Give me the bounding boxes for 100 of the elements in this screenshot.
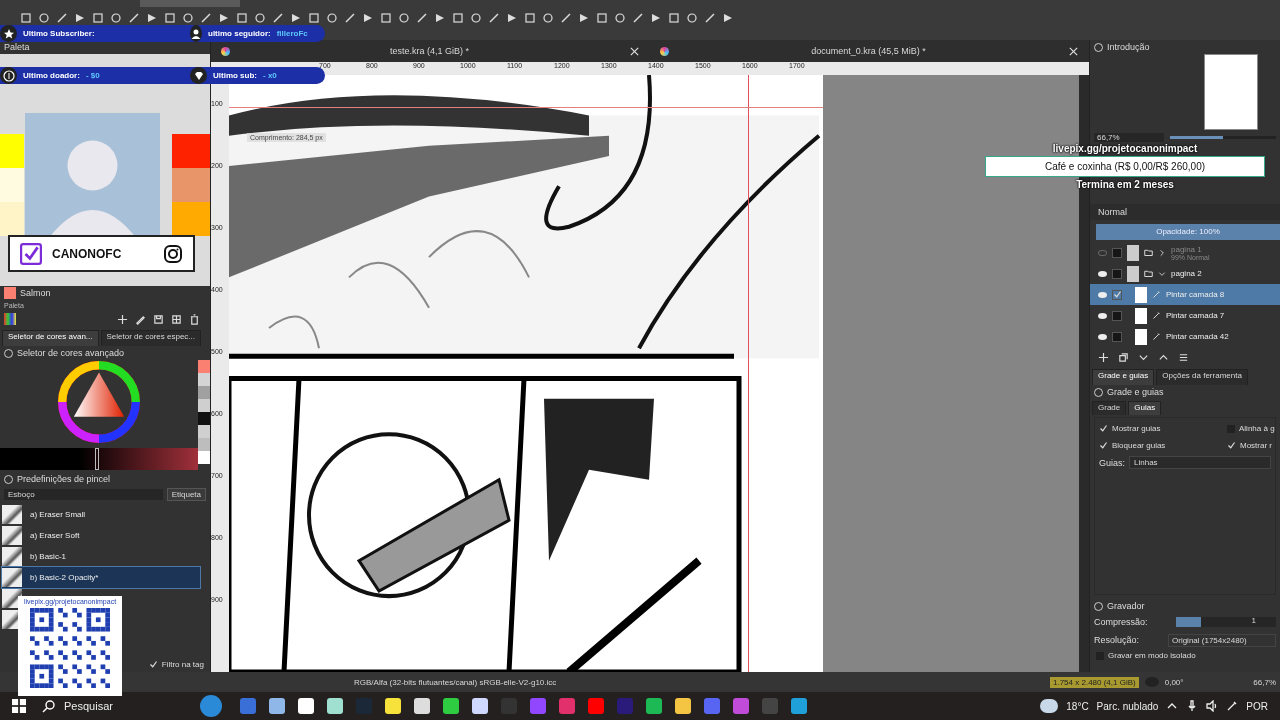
tool-icon[interactable] — [308, 12, 320, 24]
tool-icon[interactable] — [164, 12, 176, 24]
color-swatch[interactable] — [0, 134, 24, 168]
tool-icon[interactable] — [398, 12, 410, 24]
color-swatch[interactable] — [172, 168, 210, 202]
palette-grid-icon[interactable] — [4, 313, 16, 325]
option-checkbox[interactable]: Mostrar guias — [1099, 424, 1227, 433]
tool-icon[interactable] — [668, 12, 680, 24]
eye-icon[interactable] — [1098, 270, 1107, 277]
layer-checkbox[interactable] — [1112, 268, 1122, 279]
value-slider[interactable] — [0, 448, 198, 470]
tool-icon[interactable] — [704, 12, 716, 24]
option-checkbox[interactable]: Mostrar r — [1227, 441, 1275, 450]
duplicate-icon[interactable] — [1118, 351, 1129, 363]
tool-icon[interactable] — [614, 12, 626, 24]
layer-checkbox[interactable] — [1112, 310, 1122, 321]
recent-color-swatch[interactable] — [198, 386, 210, 399]
recent-color-swatch[interactable] — [198, 373, 210, 386]
blend-mode-dropdown[interactable]: Normal — [1098, 207, 1127, 217]
tool-icon[interactable] — [542, 12, 554, 24]
speaker-icon[interactable] — [1206, 700, 1219, 712]
recent-color-swatch[interactable] — [198, 425, 210, 438]
tool-icon[interactable] — [128, 12, 140, 24]
add-icon[interactable] — [1098, 351, 1109, 363]
save-icon[interactable] — [153, 313, 164, 325]
tool-icon[interactable] — [110, 12, 122, 24]
recent-color-swatch[interactable] — [198, 451, 210, 464]
tool-icon[interactable] — [560, 12, 572, 24]
tool-icon[interactable] — [344, 12, 356, 24]
tool-icon[interactable] — [524, 12, 536, 24]
zoom-slider[interactable] — [1170, 135, 1276, 139]
trash-icon[interactable] — [189, 313, 200, 325]
tool-icon[interactable] — [326, 12, 338, 24]
tab[interactable]: Guias — [1128, 401, 1162, 415]
tab[interactable]: Grade — [1092, 401, 1127, 415]
tool-icon[interactable] — [254, 12, 266, 24]
filter-checkbox[interactable]: Filtro na tag — [148, 656, 204, 672]
category-dropdown[interactable]: Esboço — [4, 488, 163, 500]
eye-icon[interactable] — [1098, 312, 1107, 319]
add-icon[interactable] — [117, 313, 128, 325]
recent-color-swatch[interactable] — [198, 412, 210, 425]
opacity-slider[interactable]: Opacidade: 100% — [1096, 224, 1280, 240]
color-swatch[interactable] — [172, 134, 210, 168]
brush-preset-item[interactable]: b) Basic-1 — [2, 546, 200, 567]
pencil-icon[interactable] — [135, 313, 146, 325]
close-icon[interactable] — [629, 45, 640, 57]
tool-icon[interactable] — [722, 12, 734, 24]
guides-dropdown[interactable]: Linhas — [1129, 456, 1271, 469]
layer-checkbox[interactable] — [1112, 289, 1122, 300]
tool-icon[interactable] — [200, 12, 212, 24]
tool-icon[interactable] — [632, 12, 644, 24]
windows-logo-icon[interactable] — [12, 699, 26, 713]
tool-icon[interactable] — [236, 12, 248, 24]
document-tab[interactable]: document_0.kra (45,5 MiB) * — [650, 40, 1089, 62]
grid-icon[interactable] — [171, 313, 182, 325]
tool-icon[interactable] — [686, 12, 698, 24]
tool-icon[interactable] — [380, 12, 392, 24]
docker-tab[interactable]: Opções da ferramenta — [1156, 369, 1248, 385]
tool-icon[interactable] — [38, 12, 50, 24]
tool-icon[interactable] — [362, 12, 374, 24]
option-checkbox[interactable]: Bloquear guias — [1099, 441, 1227, 450]
tool-icon[interactable] — [56, 12, 68, 24]
tag-button[interactable]: Etiqueta — [166, 487, 206, 501]
brush-preset-item[interactable]: a) Eraser Soft — [2, 525, 200, 546]
recent-color-swatch[interactable] — [198, 438, 210, 451]
brush-preset-item[interactable]: a) Eraser Small — [2, 504, 200, 525]
tool-icon[interactable] — [416, 12, 428, 24]
tool-icon[interactable] — [434, 12, 446, 24]
tool-icon[interactable] — [578, 12, 590, 24]
recent-color-swatch[interactable] — [198, 399, 210, 412]
tool-icon[interactable] — [650, 12, 662, 24]
brush-preset-item[interactable]: b) Basic-2 Opacity* — [2, 567, 200, 588]
eye-icon[interactable] — [1098, 333, 1107, 340]
color-swatch[interactable] — [172, 202, 210, 236]
recent-color-swatch[interactable] — [198, 360, 210, 373]
layer-row[interactable]: Pintar camada 42 — [1090, 326, 1280, 347]
compression-slider[interactable]: 1 — [1176, 617, 1276, 627]
tool-icon[interactable] — [596, 12, 608, 24]
docker-tab[interactable]: Seletor de cores avan... — [2, 330, 99, 346]
tool-icon[interactable] — [20, 12, 32, 24]
color-swatch[interactable] — [0, 202, 24, 236]
layer-row[interactable]: Pintar camada 8 — [1090, 284, 1280, 305]
color-swatch[interactable] — [0, 168, 24, 202]
layer-row[interactable]: Pintar camada 7 — [1090, 305, 1280, 326]
toolbar-swatch[interactable] — [140, 0, 240, 7]
layer-checkbox[interactable] — [1112, 331, 1122, 342]
option-checkbox[interactable]: Alinha à g — [1227, 424, 1275, 433]
page-thumbnail[interactable] — [1204, 54, 1258, 130]
tool-icon[interactable] — [470, 12, 482, 24]
tool-icon[interactable] — [506, 12, 518, 24]
isolated-mode-checkbox[interactable]: Gravar em modo isolado — [1090, 651, 1280, 660]
close-icon[interactable] — [1068, 45, 1079, 57]
language-label[interactable]: POR — [1246, 700, 1268, 712]
zoom-dropdown[interactable]: 66,7% — [1094, 132, 1164, 142]
tool-icon[interactable] — [92, 12, 104, 24]
tool-icon[interactable] — [272, 12, 284, 24]
docker-tab[interactable]: Grade e guias — [1092, 369, 1155, 385]
tool-icon[interactable] — [182, 12, 194, 24]
layer-row[interactable]: pagina 2 — [1090, 263, 1280, 284]
layer-checkbox[interactable] — [1112, 247, 1122, 258]
